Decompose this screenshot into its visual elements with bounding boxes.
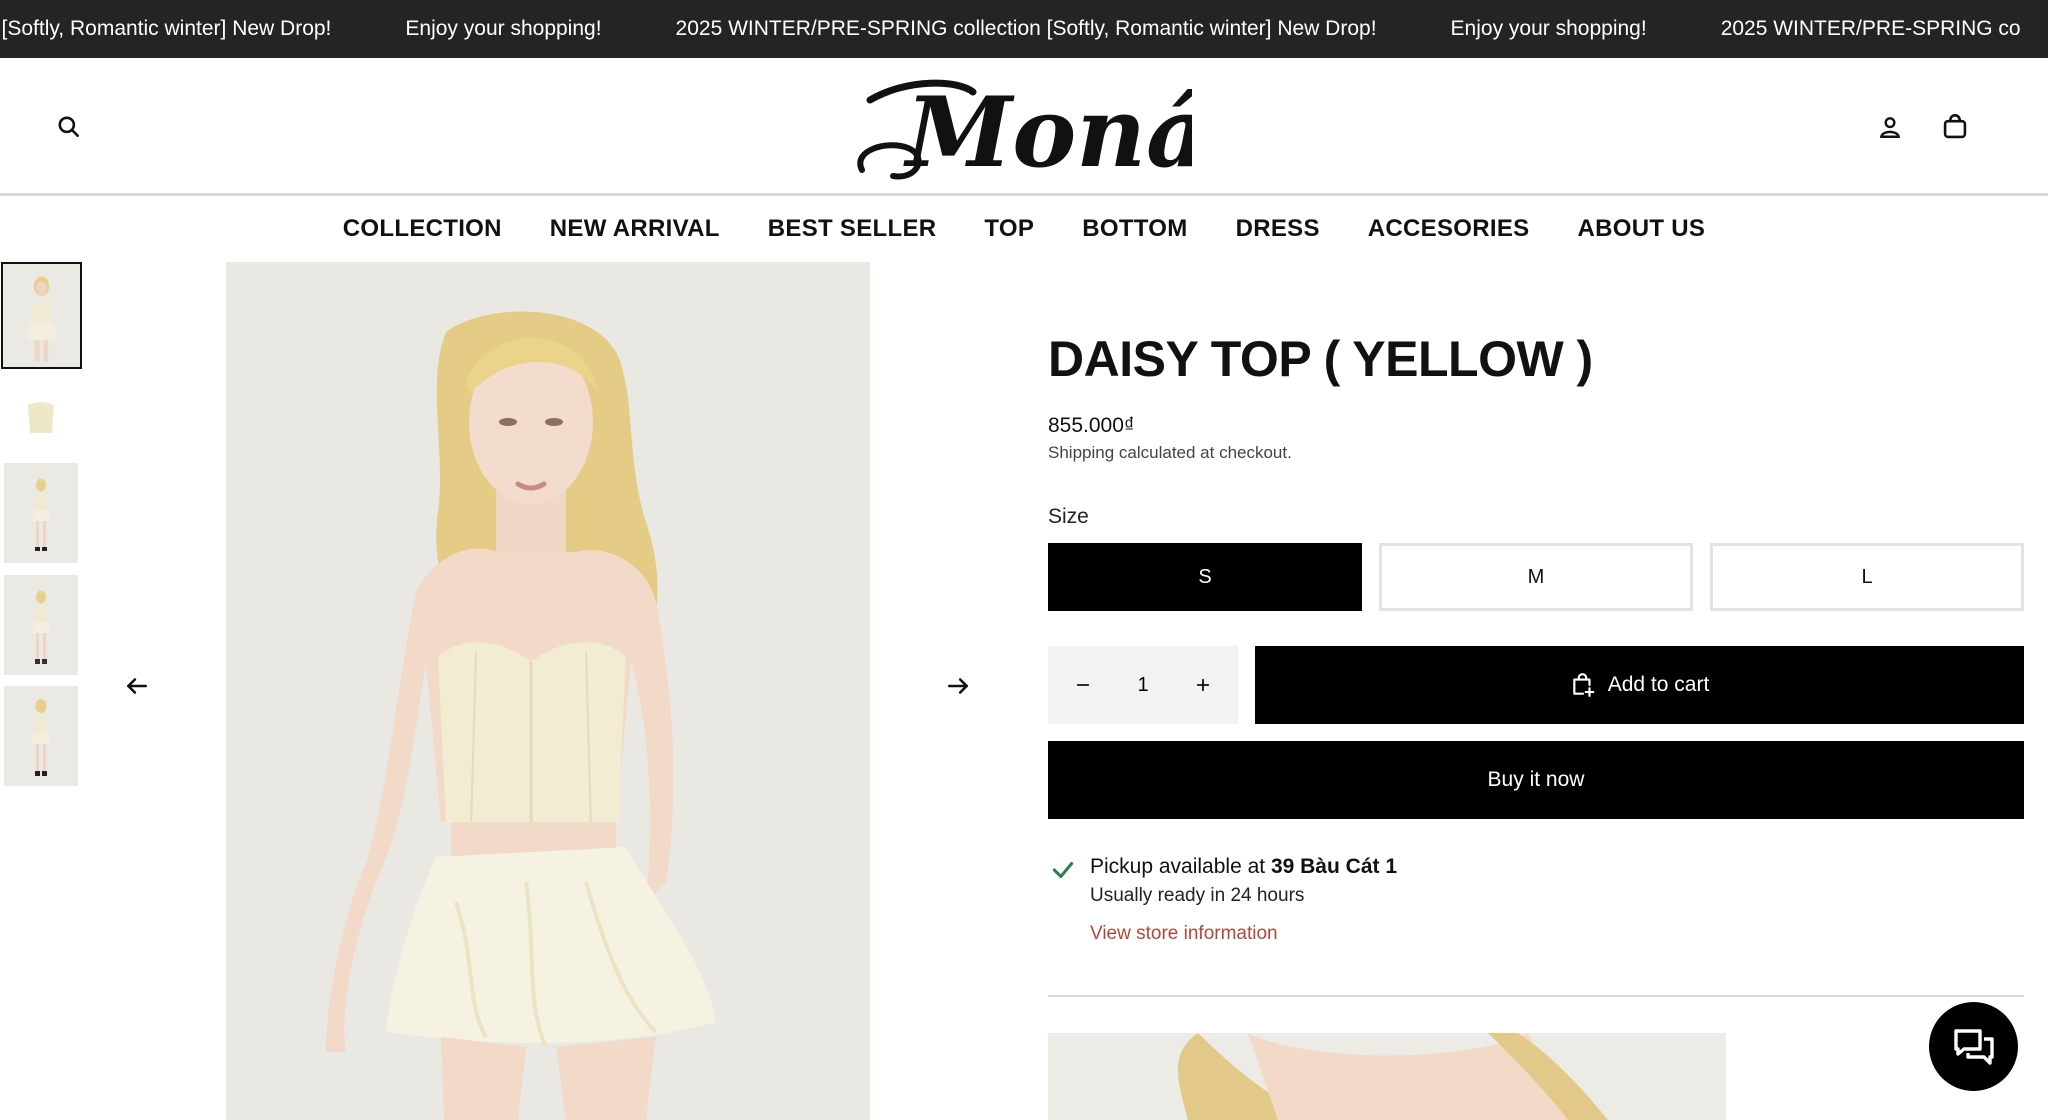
quantity-stepper: 1 [1048, 646, 1238, 724]
buy-it-now-button[interactable]: Buy it now [1048, 741, 2024, 819]
pickup-store-name: 39 Bàu Cát 1 [1270, 855, 1398, 878]
thumbnail-4[interactable] [4, 575, 78, 675]
announcement-track: n [Softly, Romantic winter] New Drop! En… [0, 0, 2048, 58]
nav-item-new-arrival[interactable]: NEW ARRIVAL [550, 215, 720, 243]
thumbnail-image [4, 575, 78, 675]
add-to-cart-label: Add to cart [1607, 673, 1710, 696]
brand-logo[interactable]: Moná [848, 70, 1208, 189]
nav-item-top[interactable]: TOP [984, 215, 1034, 243]
arrow-right-icon [948, 678, 968, 694]
cart-button[interactable] [1935, 107, 1975, 147]
chat-bubbles-icon [1953, 1028, 1994, 1065]
announcement-item: 2025 WINTER/PRE-SPRING collection [Softl… [675, 17, 1377, 40]
gallery-prev-button[interactable] [117, 666, 157, 706]
size-option-m[interactable]: M [1379, 543, 1693, 611]
shipping-note: Shipping calculated at checkout. [1048, 443, 1292, 463]
bag-plus-icon [1572, 673, 1595, 697]
announcement-item: Enjoy your shopping! [1450, 17, 1647, 40]
announcement-item: n [Softly, Romantic winter] New Drop! [0, 17, 332, 40]
search-icon [58, 116, 79, 137]
nav-item-dress[interactable]: DRESS [1236, 215, 1320, 243]
pickup-location: Pickup available at 39 Bàu Cát 1 [1090, 855, 1397, 879]
product-price: 855.000₫ [1048, 414, 1135, 437]
account-button[interactable] [1870, 107, 1910, 147]
site-header: Moná [0, 58, 2048, 196]
nav-item-best-seller[interactable]: BEST SELLER [768, 215, 937, 243]
gallery-next-button[interactable] [938, 666, 978, 706]
nav-item-about-us[interactable]: ABOUT US [1577, 215, 1705, 243]
size-selector: S M L [1048, 543, 2024, 611]
quantity-increase-button[interactable] [1183, 665, 1223, 705]
thumbnail-2[interactable] [4, 369, 78, 467]
thumbnail-image [4, 463, 78, 563]
nav-item-collection[interactable]: COLLECTION [343, 215, 502, 243]
announcement-bar: n [Softly, Romantic winter] New Drop! En… [0, 0, 2048, 58]
main-nav: COLLECTION NEW ARRIVAL BEST SELLER TOP B… [0, 200, 2048, 258]
pickup-ready-time: Usually ready in 24 hours [1090, 885, 1305, 906]
logo-wordmark: Moná [857, 76, 1208, 189]
section-divider [1048, 995, 2024, 997]
logo-text: Moná [903, 76, 1192, 185]
shipping-link[interactable]: Shipping [1048, 443, 1114, 462]
chat-button[interactable] [1929, 1002, 2018, 1091]
arrow-left-icon [127, 678, 147, 694]
nav-item-accesories[interactable]: ACCESORIES [1368, 215, 1530, 243]
product-main-image[interactable] [226, 262, 870, 1120]
shipping-text: calculated at checkout. [1114, 443, 1292, 462]
thumbnail-3[interactable] [4, 463, 78, 563]
thumbnail-5[interactable] [4, 686, 78, 786]
pickup-prefix: Pickup available at [1090, 855, 1271, 878]
check-icon [1052, 861, 1074, 879]
size-option-l[interactable]: L [1710, 543, 2024, 611]
thumbnail-image [3, 264, 80, 367]
thumbnail-image [4, 369, 78, 467]
shopping-bag-icon [1943, 114, 1967, 139]
detail-photo [1048, 1033, 1726, 1120]
size-option-s[interactable]: S [1048, 543, 1362, 611]
add-to-cart-button[interactable]: Add to cart [1255, 646, 2024, 724]
minus-icon [1076, 684, 1090, 686]
view-store-information-link[interactable]: View store information [1090, 923, 1278, 945]
quantity-input[interactable]: 1 [1108, 665, 1178, 705]
nav-item-bottom[interactable]: BOTTOM [1082, 215, 1187, 243]
size-label: Size [1048, 505, 1089, 528]
announcement-item: Enjoy your shopping! [405, 17, 602, 40]
plus-icon [1196, 678, 1210, 692]
user-icon [1879, 117, 1901, 138]
search-button[interactable] [49, 107, 89, 147]
product-photo [226, 262, 870, 1120]
product-detail-image [1048, 1033, 1726, 1120]
quantity-decrease-button[interactable] [1063, 665, 1103, 705]
thumbnail-1[interactable] [1, 262, 82, 369]
product-title: DAISY TOP ( YELLOW ) [1048, 331, 1593, 387]
thumbnail-image [4, 686, 78, 786]
announcement-item: 2025 WINTER/PRE-SPRING co [1720, 17, 2021, 40]
